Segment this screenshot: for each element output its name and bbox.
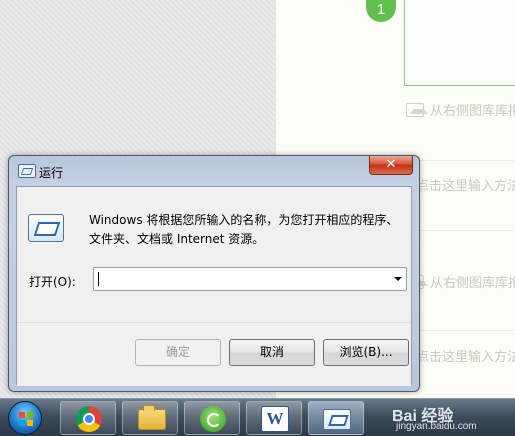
watermark-url: jingyan.baidu.com [396,421,477,432]
chevron-down-icon[interactable] [394,277,402,281]
divider [420,330,515,331]
dialog-title: 运行 [39,166,64,180]
taskbar-explorer[interactable] [122,401,178,435]
ok-button[interactable]: 确定 [135,339,221,366]
image-drop-hint-text-2: 从右侧图库库拖动 [430,276,515,291]
dialog-description: Windows 将根据您所输入的名称，为您打开相应的程序、文件夹、文档或 Int… [89,213,399,246]
taskbar-chrome[interactable] [60,401,116,435]
run-dialog: 运行 ✕ Windows 将根据您所输入的名称，为您打开相应的程序、文件夹、文档… [8,155,420,392]
browse-button[interactable]: 浏览(B)... [323,339,409,366]
text-caret [98,272,99,286]
windows-logo-icon [19,412,33,426]
close-button[interactable]: ✕ [369,156,413,175]
taskbar-word[interactable]: W [246,401,302,435]
button-bar: 确定 取消 浏览(B)... [17,322,411,386]
cancel-button[interactable]: 取消 [229,339,315,366]
dialog-body: Windows 将根据您所输入的名称，为您打开相应的程序、文件夹、文档或 Int… [16,186,412,386]
taskbar-run[interactable] [308,401,364,435]
image-drop-area[interactable] [404,0,515,86]
word-icon: W [261,406,289,432]
picture-icon [406,103,428,117]
run-icon [323,409,351,430]
divider [420,160,515,161]
step-input-hint-2[interactable]: 点击这里输入方法 [416,346,515,365]
image-drop-hint-2[interactable]: 从右侧图库库拖动 [406,272,515,291]
image-drop-hint-text: 从右侧图库库拖动 [430,104,515,119]
refresh-icon [200,406,226,432]
start-button[interactable] [8,401,42,435]
divider [420,230,515,231]
chrome-icon [76,406,102,432]
open-combobox[interactable] [93,267,407,291]
image-drop-hint[interactable]: 从右侧图库库拖动 [406,100,515,119]
run-program-icon [28,214,64,242]
open-label: 打开(O): [29,275,76,289]
taskbar-refresh-app[interactable] [184,401,240,435]
folder-icon [138,405,166,430]
dialog-titlebar[interactable]: 运行 ✕ [9,156,419,186]
run-app-icon [18,164,36,178]
step-input-hint[interactable]: 点击这里输入方法 [416,175,515,194]
close-icon: ✕ [385,157,397,172]
